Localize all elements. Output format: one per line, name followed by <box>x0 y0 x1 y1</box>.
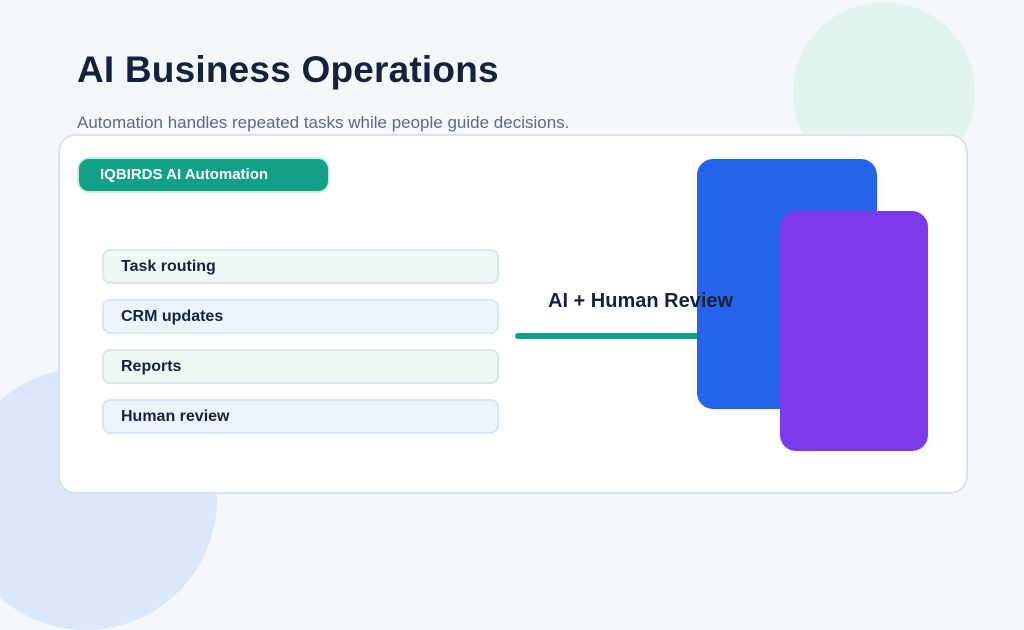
task-item-reports: Reports <box>102 349 499 384</box>
review-label: AI + Human Review <box>548 290 734 312</box>
task-item-crm-updates: CRM updates <box>102 299 499 334</box>
connector-line <box>515 333 705 339</box>
task-item-routing: Task routing <box>102 249 499 284</box>
page-title: AI Business Operations <box>77 49 499 90</box>
page-subtitle: Automation handles repeated tasks while … <box>77 113 570 132</box>
purple-block-shape <box>780 211 928 451</box>
automation-badge: IQBIRDS AI Automation <box>77 157 330 193</box>
task-item-human-review: Human review <box>102 399 499 434</box>
